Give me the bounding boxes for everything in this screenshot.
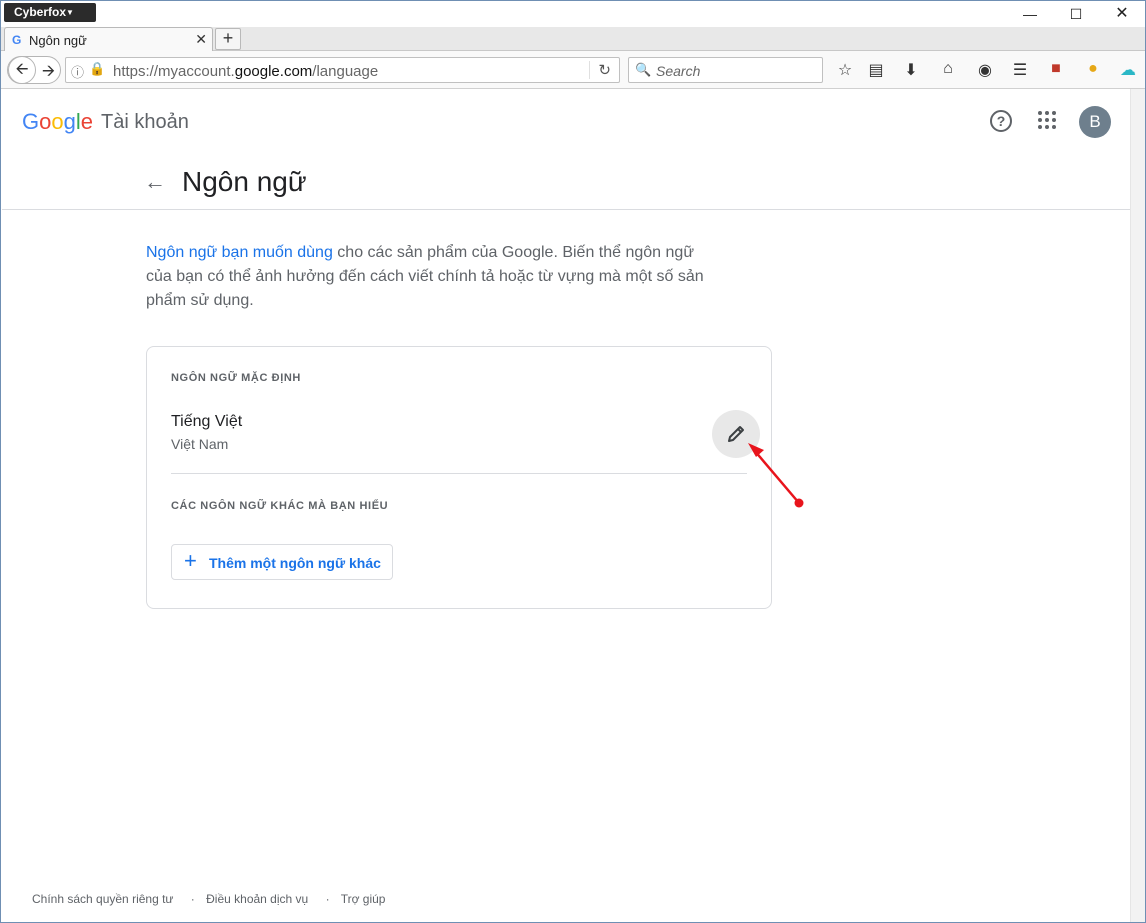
page-header: ← Ngôn ngữ	[2, 166, 1130, 210]
home-icon[interactable]: ⌂	[938, 60, 958, 78]
logo-letter: e	[80, 109, 94, 134]
plus-icon: +	[184, 548, 197, 573]
extension-icon[interactable]: ■	[1046, 60, 1066, 78]
back-button[interactable]: 🡨	[8, 56, 36, 84]
new-tab-button[interactable]: +	[215, 28, 241, 50]
avatar[interactable]: B	[1079, 106, 1111, 138]
default-language-name: Tiếng Việt	[171, 413, 243, 430]
downloads-icon[interactable]: ⬇	[901, 60, 921, 80]
tab-strip: G Ngôn ngữ ✕ +	[1, 27, 1145, 52]
search-icon: 🔍	[635, 62, 652, 77]
bookmark-star-icon[interactable]: ☆	[835, 60, 855, 80]
google-logo[interactable]: Google	[22, 109, 93, 135]
terms-link[interactable]: Điều khoản dịch vụ	[206, 892, 308, 906]
tab-language[interactable]: G Ngôn ngữ ✕	[4, 27, 213, 52]
lock-icon: 🔒	[89, 61, 106, 76]
extension-icon[interactable]: ●	[1083, 60, 1103, 78]
reload-icon[interactable]: ↻	[589, 61, 611, 79]
navigation-toolbar: 🡨 🡪 ⓘ 🔒 https://myaccount.google.com/lan…	[1, 51, 1145, 89]
intro-text: Ngôn ngữ bạn muốn dùng cho các sản phẩm …	[146, 241, 706, 313]
page-title: Ngôn ngữ	[182, 166, 307, 197]
google-favicon-icon: G	[12, 33, 22, 47]
back-arrow-icon[interactable]: ←	[144, 169, 166, 195]
maximize-button[interactable]: ☐	[1053, 1, 1099, 27]
hamburger-menu-icon[interactable]: ☰	[1010, 60, 1030, 80]
address-bar[interactable]: ⓘ 🔒 https://myaccount.google.com/languag…	[65, 57, 620, 83]
minimize-button[interactable]: —	[1007, 1, 1053, 27]
dropdown-arrow-icon: ▼	[66, 8, 74, 17]
browser-menu-button[interactable]: Cyberfox▼	[4, 3, 96, 22]
page-content: Google Tài khoản ? B ← Ngôn ngữ Ngôn ngữ…	[2, 89, 1130, 922]
logo-letter: G	[22, 109, 40, 134]
add-language-button[interactable]: + Thêm một ngôn ngữ khác	[171, 544, 393, 580]
browser-menu-label: Cyberfox	[14, 5, 67, 19]
url-text[interactable]: https://myaccount.google.com/language	[113, 63, 378, 80]
close-window-button[interactable]: ✕	[1099, 1, 1145, 27]
close-tab-icon[interactable]: ✕	[195, 31, 207, 48]
help-link[interactable]: Trợ giúp	[341, 892, 386, 906]
privacy-link[interactable]: Chính sách quyền riêng tư	[32, 892, 173, 906]
title-bar: Cyberfox▼ — ☐ ✕	[1, 1, 1145, 27]
other-languages-header: CÁC NGÔN NGỮ KHÁC MÀ BẠN HIỂU	[171, 500, 389, 512]
add-language-label: Thêm một ngôn ngữ khác	[209, 555, 381, 571]
help-icon[interactable]: ?	[990, 110, 1012, 132]
footer: Chính sách quyền riêng tư · Điều khoản d…	[32, 892, 391, 906]
pencil-icon	[728, 426, 744, 442]
apps-grid-icon[interactable]	[1038, 111, 1058, 131]
default-language-region: Việt Nam	[171, 436, 229, 452]
language-card: NGÔN NGỮ MẶC ĐỊNH Tiếng Việt Việt Nam CÁ…	[146, 346, 772, 609]
account-label[interactable]: Tài khoản	[101, 111, 189, 134]
tab-title: Ngôn ngữ	[29, 33, 87, 48]
intro-link[interactable]: Ngôn ngữ bạn muốn dùng	[146, 244, 333, 261]
browser-window: Cyberfox▼ — ☐ ✕ G Ngôn ngữ ✕ + 🡨 🡪 ⓘ 🔒 h…	[0, 0, 1146, 923]
separator: ·	[190, 892, 195, 906]
search-bar[interactable]: 🔍 Search	[628, 57, 823, 83]
edit-language-button[interactable]	[712, 410, 760, 458]
divider	[171, 473, 747, 474]
logo-letter: o	[39, 109, 52, 134]
info-icon[interactable]: ⓘ	[71, 62, 84, 81]
forward-button[interactable]: 🡪	[42, 60, 55, 87]
search-placeholder: Search	[656, 63, 701, 79]
back-forward-group: 🡨 🡪	[7, 56, 61, 84]
cloud-icon[interactable]: ☁	[1118, 60, 1138, 80]
logo-letter: g	[63, 109, 76, 134]
vertical-scrollbar[interactable]	[1130, 89, 1145, 922]
logo-letter: o	[51, 109, 64, 134]
pocket-icon[interactable]: ◉	[975, 60, 995, 80]
default-language-header: NGÔN NGỮ MẶC ĐỊNH	[171, 372, 301, 384]
separator: ·	[325, 892, 330, 906]
reading-list-icon[interactable]: ▤	[866, 60, 886, 80]
